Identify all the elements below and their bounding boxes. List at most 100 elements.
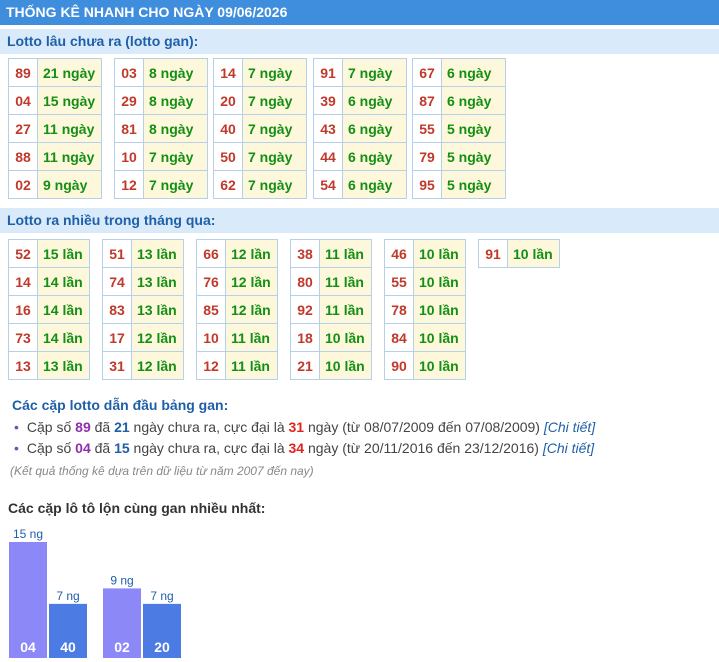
lotto-number: 14	[8, 267, 38, 296]
table-row: 74 13 lần	[102, 267, 184, 296]
lotto-count: 9 ngày	[37, 170, 102, 199]
table-row: 51 13 lần	[102, 239, 184, 268]
lotto-count: 13 lần	[37, 351, 90, 380]
gan-table: 03 8 ngày 29 8 ngày 81 8 ngày 10 7 ngày 12 7 ngày	[114, 58, 208, 199]
lotto-number: 83	[102, 295, 132, 324]
lotto-count: 12 lần	[225, 239, 278, 268]
table-row: 91 7 ngày	[313, 58, 407, 87]
pair-prefix: Cặp số	[26, 419, 76, 435]
pairs-bar-chart: 15 ng 04 7 ng 40 9 ng 02 7 ng 20	[9, 527, 181, 658]
lotto-number: 89	[8, 58, 38, 87]
table-row: 43 6 ngày	[313, 114, 407, 143]
table-row: 46 10 lần	[384, 239, 466, 268]
lotto-count: 7 ngày	[242, 86, 307, 115]
lotto-number: 16	[8, 295, 38, 324]
pair-text: ngày chưa ra, cực đại là	[129, 440, 289, 456]
table-row: 40 7 ngày	[213, 114, 307, 143]
table-row: 12 11 lần	[196, 351, 278, 380]
lotto-number: 13	[8, 351, 38, 380]
table-row: 87 6 ngày	[412, 86, 506, 115]
lotto-count: 21 ngày	[37, 58, 102, 87]
table-row: 76 12 lần	[196, 267, 278, 296]
lotto-number: 20	[213, 86, 243, 115]
lotto-count: 11 lần	[319, 295, 372, 324]
lotto-count: 10 lần	[413, 239, 466, 268]
lotto-number: 92	[290, 295, 320, 324]
table-row: 20 7 ngày	[213, 86, 307, 115]
frequent-table: 46 10 lần 55 10 lần 78 10 lần 84 10 lần 90 10 lần	[384, 239, 466, 380]
gan-table: 89 21 ngày 04 15 ngày 27 11 ngày 88 11 ngày 02 9 …	[8, 58, 102, 199]
lotto-count: 10 lần	[413, 351, 466, 380]
lotto-count: 12 lần	[131, 351, 184, 380]
lotto-count: 10 lần	[319, 351, 372, 380]
lotto-number: 84	[384, 323, 414, 352]
lotto-count: 13 lần	[131, 267, 184, 296]
lotto-count: 11 lần	[225, 323, 278, 352]
table-row: 31 12 lần	[102, 351, 184, 380]
gan-table: 91 7 ngày 39 6 ngày 43 6 ngày 44 6 ngày 54 6 ngày	[313, 58, 407, 199]
lotto-number: 43	[313, 114, 343, 143]
gan-table: 14 7 ngày 20 7 ngày 40 7 ngày 50 7 ngày 62 7 ngày	[213, 58, 307, 199]
table-row: 81 8 ngày	[114, 114, 208, 143]
pair-text: đã	[90, 419, 115, 435]
lotto-count: 7 ngày	[143, 142, 208, 171]
table-row: 85 12 lần	[196, 295, 278, 324]
pair-max: 31	[288, 419, 305, 435]
lotto-number: 02	[8, 170, 38, 199]
lotto-count: 14 lần	[37, 295, 90, 324]
lotto-number: 73	[8, 323, 38, 352]
lotto-number: 80	[290, 267, 320, 296]
table-row: 16 14 lần	[8, 295, 90, 324]
lotto-number: 03	[114, 58, 144, 87]
table-row: 55 10 lần	[384, 267, 466, 296]
lotto-number: 78	[384, 295, 414, 324]
lotto-number: 79	[412, 142, 442, 171]
table-row: 50 7 ngày	[213, 142, 307, 171]
lotto-count: 10 lần	[413, 295, 466, 324]
table-row: 54 6 ngày	[313, 170, 407, 199]
lotto-count: 14 lần	[37, 267, 90, 296]
table-row: 55 5 ngày	[412, 114, 506, 143]
lotto-number: 55	[412, 114, 442, 143]
lotto-count: 6 ngày	[342, 142, 407, 171]
lotto-number: 38	[290, 239, 320, 268]
frequent-table: 38 11 lần 80 11 lần 92 11 lần 18 10 lần 21 10 lần	[290, 239, 372, 380]
detail-link[interactable]: [Chi tiết]	[543, 440, 594, 456]
lotto-count: 11 lần	[225, 351, 278, 380]
bullet: •	[14, 440, 19, 456]
frequent-table: 91 10 lần	[478, 239, 560, 268]
gan-section-title: Lotto lâu chưa ra (lotto gan):	[0, 29, 719, 54]
data-note: (Kết quả thống kê dựa trên dữ liệu từ nă…	[10, 464, 314, 478]
table-row: 79 5 ngày	[412, 142, 506, 171]
pair-days: 21	[114, 419, 130, 435]
lotto-count: 7 ngày	[143, 170, 208, 199]
lotto-count: 11 lần	[319, 267, 372, 296]
lotto-number: 40	[213, 114, 243, 143]
table-row: 67 6 ngày	[412, 58, 506, 87]
lotto-number: 10	[196, 323, 226, 352]
lotto-count: 7 ngày	[242, 58, 307, 87]
lotto-number: 54	[313, 170, 343, 199]
lotto-count: 12 lần	[225, 295, 278, 324]
table-row: 17 12 lần	[102, 323, 184, 352]
table-row: 62 7 ngày	[213, 170, 307, 199]
table-row: 90 10 lần	[384, 351, 466, 380]
bar-label: 20	[154, 639, 170, 655]
table-row: 83 13 lần	[102, 295, 184, 324]
lotto-count: 7 ngày	[342, 58, 407, 87]
pair-item: • Cặp số 04 đã 15 ngày chưa ra, cực đại l…	[14, 440, 594, 456]
lotto-count: 6 ngày	[342, 114, 407, 143]
lotto-number: 12	[114, 170, 144, 199]
page-title: THỐNG KÊ NHANH CHO NGÀY 09/06/2026	[0, 0, 719, 25]
lotto-count: 15 lần	[37, 239, 90, 268]
table-row: 02 9 ngày	[8, 170, 102, 199]
lotto-count: 5 ngày	[441, 142, 506, 171]
table-row: 73 14 lần	[8, 323, 90, 352]
detail-link[interactable]: [Chi tiết]	[544, 419, 595, 435]
table-row: 14 14 lần	[8, 267, 90, 296]
lotto-number: 31	[102, 351, 132, 380]
pair-range: ngày (từ 20/11/2016 đến 23/12/2016)	[304, 440, 543, 456]
lotto-count: 12 lần	[131, 323, 184, 352]
lotto-count: 7 ngày	[242, 170, 307, 199]
table-row: 92 11 lần	[290, 295, 372, 324]
